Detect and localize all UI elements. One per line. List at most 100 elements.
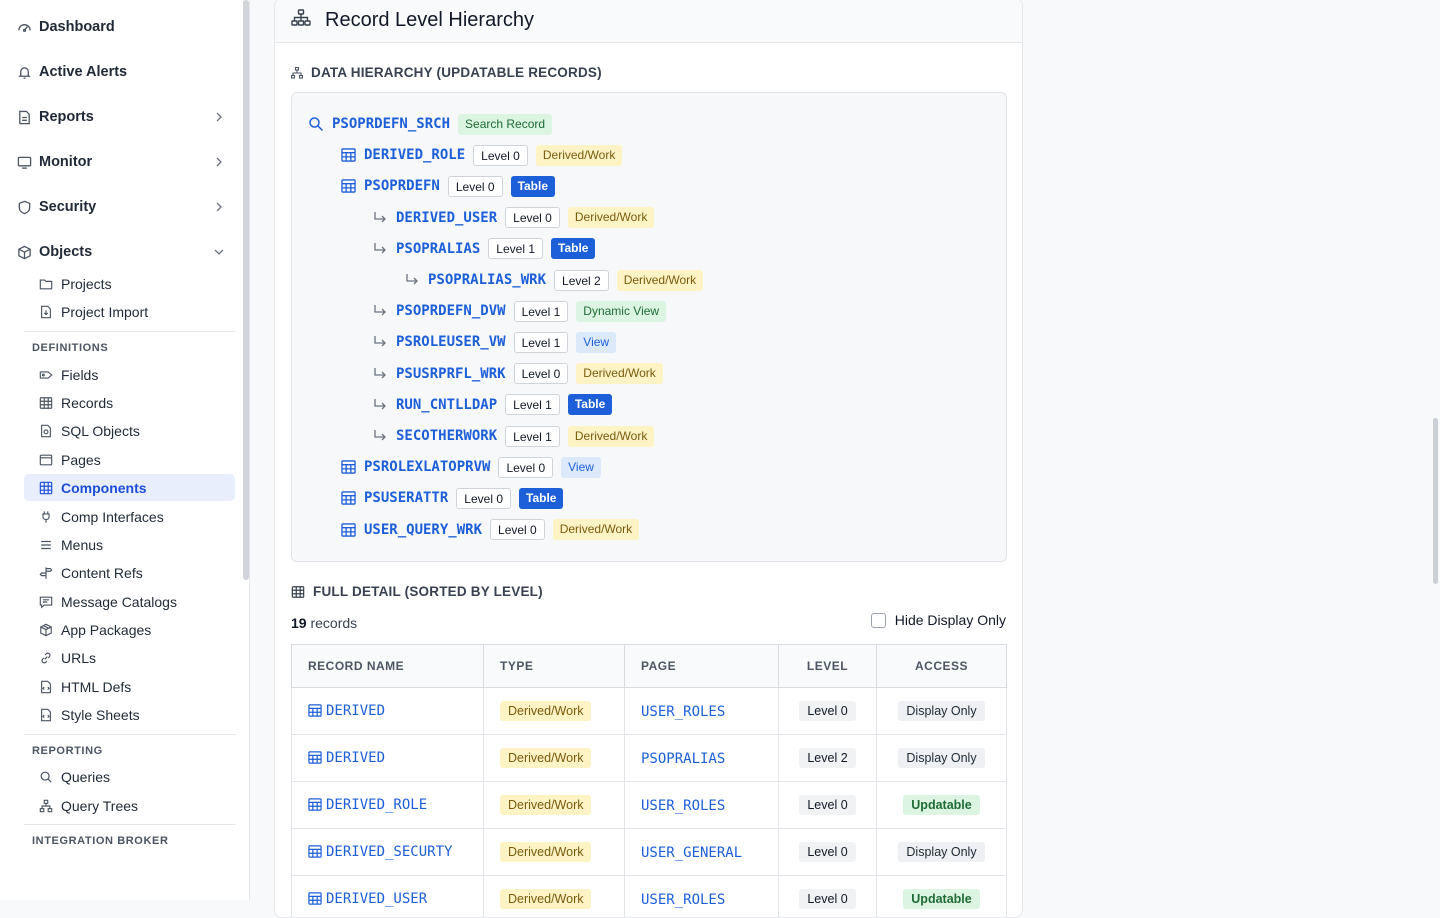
nav-label: Query Trees (61, 798, 138, 814)
level-badge: Level 0 (490, 519, 545, 540)
type-badge: Derived/Work (553, 519, 639, 540)
tree-node-name[interactable]: DERIVED_ROLE (364, 147, 465, 163)
page-link[interactable]: PSOPRALIAS (641, 751, 725, 767)
tree-node-name[interactable]: PSROLEXLATOPRVW (364, 459, 490, 475)
table-row[interactable]: DERIVED_SECURTYDerived/WorkUSER_GENERALL… (292, 829, 1007, 876)
chevron-down-icon (212, 245, 226, 259)
tree-node-name[interactable]: PSROLEUSER_VW (396, 334, 506, 350)
table-icon (308, 845, 322, 859)
nav-dashboard[interactable]: Dashboard (0, 12, 240, 42)
table-icon (340, 459, 356, 475)
nav-content-refs[interactable]: Content Refs (24, 559, 235, 586)
tree-node-name[interactable]: USER_QUERY_WRK (364, 522, 482, 538)
type-badge: Derived/Work (500, 748, 591, 768)
record-link[interactable]: DERIVED_SECURTY (308, 844, 452, 860)
level-badge: Level 1 (505, 394, 560, 415)
detail-heading: FULL DETAIL (SORTED BY LEVEL) (291, 584, 543, 599)
type-badge: View (561, 457, 601, 478)
tree-node: PSOPRDEFN_DVWLevel 1Dynamic View (372, 300, 674, 322)
nav-fields[interactable]: Fields (24, 361, 235, 388)
record-link[interactable]: DERIVED_ROLE (308, 797, 427, 813)
access-badge: Updatable (903, 795, 979, 815)
nav-label: Content Refs (61, 565, 143, 581)
main-scrollbar[interactable] (1433, 418, 1438, 584)
nav-security[interactable]: Security (0, 192, 240, 222)
tree-node: PSUSRPRFL_WRKLevel 0Derived/Work (372, 363, 671, 385)
tree-node: RUN_CNTLLDAPLevel 1Table (372, 394, 620, 416)
nav-reports[interactable]: Reports (0, 102, 240, 132)
type-badge: Search Record (458, 114, 552, 135)
cell-page: USER_ROLES (625, 782, 779, 829)
page-link[interactable]: USER_ROLES (641, 704, 725, 720)
tree-node-name[interactable]: PSOPRDEFN_SRCH (332, 116, 450, 132)
nav-menus[interactable]: Menus (24, 531, 235, 558)
page-link[interactable]: USER_ROLES (641, 798, 725, 814)
table-row[interactable]: DERIVEDDerived/WorkUSER_ROLESLevel 0Disp… (292, 688, 1007, 735)
child-arrow-icon (372, 366, 388, 382)
cell-level: Level 0 (779, 688, 877, 735)
table-row[interactable]: DERIVEDDerived/WorkPSOPRALIASLevel 2Disp… (292, 735, 1007, 782)
record-link[interactable]: DERIVED (308, 750, 385, 766)
tree-node-name[interactable]: SECOTHERWORK (396, 428, 497, 444)
nav-app-packages[interactable]: App Packages (24, 616, 235, 643)
nav-query-trees[interactable]: Query Trees (24, 792, 235, 819)
col-type[interactable]: TYPE (484, 645, 625, 688)
nav-projects[interactable]: Projects (24, 270, 235, 297)
nav-queries[interactable]: Queries (24, 763, 235, 790)
tree-node-name[interactable]: RUN_CNTLLDAP (396, 397, 497, 413)
nav-label: Dashboard (39, 19, 115, 35)
nav-label: Records (61, 395, 113, 411)
nav-urls[interactable]: URLs (24, 644, 235, 671)
cell-page: PSOPRALIAS (625, 735, 779, 782)
nav-message-catalogs[interactable]: Message Catalogs (24, 588, 235, 615)
tree-node-name[interactable]: PSOPRDEFN (364, 178, 440, 194)
type-badge: Dynamic View (576, 301, 666, 322)
monitor-icon (16, 154, 32, 170)
type-badge: View (576, 332, 616, 353)
sidebar-scrollbar[interactable] (243, 0, 249, 580)
record-link[interactable]: DERIVED_USER (308, 891, 427, 907)
col-record-name[interactable]: RECORD NAME (292, 645, 484, 688)
nav-label: Message Catalogs (61, 594, 177, 610)
level-badge: Level 0 (799, 701, 855, 721)
nav-label: Objects (39, 244, 92, 260)
nav-objects[interactable]: Objects (0, 237, 240, 267)
nav-comp-interfaces[interactable]: Comp Interfaces (24, 503, 235, 530)
record-name: DERIVED_USER (326, 891, 427, 907)
hide-display-only-checkbox[interactable] (871, 613, 886, 628)
table-row[interactable]: DERIVED_ROLEDerived/WorkUSER_ROLESLevel … (292, 782, 1007, 829)
hierarchy-tree: PSOPRDEFN_SRCH Search Record DERIVED_ROLE L… (291, 92, 1007, 562)
page-link[interactable]: USER_GENERAL (641, 845, 742, 861)
col-access[interactable]: ACCESS (877, 645, 1007, 688)
tree-node: SECOTHERWORKLevel 1Derived/Work (372, 425, 662, 447)
tree-node-name[interactable]: DERIVED_USER (396, 210, 497, 226)
access-badge: Updatable (903, 889, 979, 909)
nav-html-defs[interactable]: HTML Defs (24, 673, 235, 700)
tree-node-name[interactable]: PSOPRALIAS_WRK (428, 272, 546, 288)
nav-style-sheets[interactable]: Style Sheets (24, 701, 235, 728)
level-badge: Level 1 (505, 426, 560, 447)
tree-node-name[interactable]: PSUSRPRFL_WRK (396, 366, 506, 382)
nav-components[interactable]: Components (24, 474, 235, 501)
tree-node-name[interactable]: PSOPRDEFN_DVW (396, 303, 506, 319)
table-icon (340, 178, 356, 194)
tree-node-name[interactable]: PSOPRALIAS (396, 241, 480, 257)
chevron-right-icon (212, 155, 226, 169)
record-link[interactable]: DERIVED (308, 703, 385, 719)
type-badge: Derived/Work (500, 842, 591, 862)
nav-monitor[interactable]: Monitor (0, 147, 240, 177)
table-row[interactable]: DERIVED_USERDerived/WorkUSER_ROLESLevel … (292, 876, 1007, 918)
tree-node-name[interactable]: PSUSERATTR (364, 490, 448, 506)
nav-records[interactable]: Records (24, 389, 235, 416)
nav-label: Active Alerts (39, 64, 127, 80)
nav-pages[interactable]: Pages (24, 446, 235, 473)
col-level[interactable]: LEVEL (779, 645, 877, 688)
nav-project-import[interactable]: Project Import (24, 298, 235, 325)
nav-sql-objects[interactable]: SQL Objects (24, 417, 235, 444)
nav-active-alerts[interactable]: Active Alerts (0, 57, 240, 87)
tree-node: PSOPRDEFNLevel 0Table (340, 175, 563, 197)
col-page[interactable]: PAGE (625, 645, 779, 688)
tree-node: DERIVED_USERLevel 0Derived/Work (372, 207, 662, 229)
detail-heading-text: FULL DETAIL (SORTED BY LEVEL) (313, 584, 543, 599)
hide-display-only-toggle[interactable]: Hide Display Only (871, 612, 1006, 628)
